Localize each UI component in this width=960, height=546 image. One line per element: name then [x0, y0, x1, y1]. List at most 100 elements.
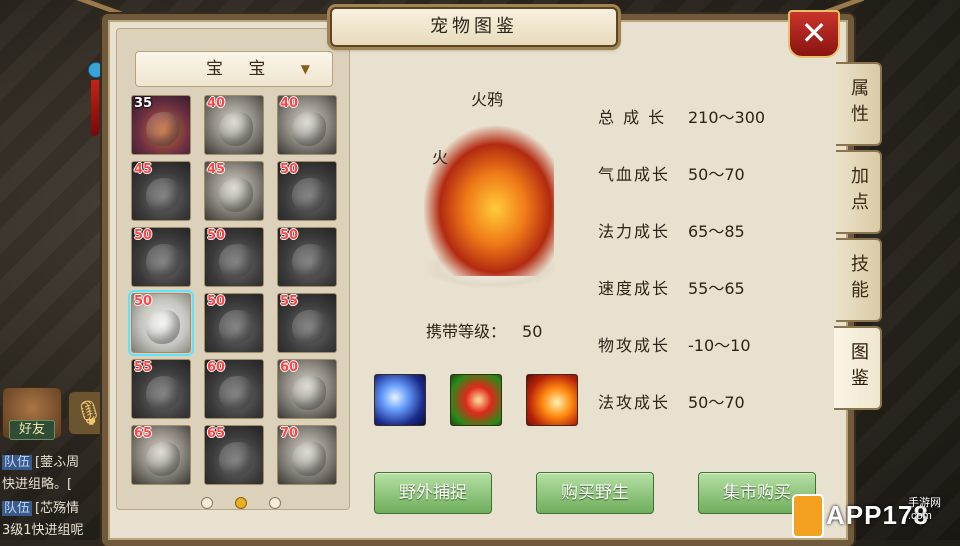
pet-slot[interactable]: 60 — [204, 359, 264, 419]
phone-logo-icon — [792, 494, 824, 538]
pet-thumbnail — [292, 376, 326, 410]
pet-slot[interactable]: 35 — [131, 95, 191, 155]
pet-level-badge: 65 — [134, 426, 153, 441]
chat-channel-tag: 队伍 — [2, 455, 33, 470]
carry-level-value: 50 — [522, 322, 543, 341]
pet-level-badge: 50 — [134, 228, 153, 243]
skill-icon-3[interactable] — [526, 374, 578, 426]
pet-level-badge: 50 — [280, 228, 299, 243]
pet-slot[interactable]: 50 — [204, 227, 264, 287]
pet-thumbnail — [219, 244, 253, 278]
pet-grid: 35 40 40 45 45 50 50 50 50 50 50 55 55 60 60 65 65 70 — [128, 95, 341, 485]
pet-level-badge: 65 — [207, 426, 226, 441]
pet-thumbnail — [292, 112, 326, 146]
page-dot[interactable] — [235, 497, 247, 509]
tab-handbook[interactable]: 图鉴 — [834, 326, 882, 410]
pet-detail-pane: 火鸦 火 携带等级： 50 总 成 长 210～300 气血成长 50～70 法力… — [356, 28, 836, 508]
pet-thumbnail — [292, 442, 326, 476]
chat-area: 好友 🎙 队伍 [蓥ふ周 快进组略。[ 队伍 [芯殇情 3级1快进组呢 — [0, 385, 110, 540]
pet-level-badge: 70 — [280, 426, 299, 441]
pet-handbook-window: 宝 宝 ▼ 35 40 40 45 45 50 50 50 50 50 50 55 55 60 60 65 65… — [102, 14, 854, 546]
pet-slot[interactable]: 55 — [131, 359, 191, 419]
tab-attributes[interactable]: 属性 — [836, 62, 882, 146]
pet-slot[interactable]: 60 — [277, 359, 337, 419]
pet-thumbnail — [219, 112, 253, 146]
tab-skills[interactable]: 技能 — [836, 238, 882, 322]
chat-channel-tag: 队伍 — [2, 501, 33, 516]
page-dot[interactable] — [201, 497, 213, 509]
pet-thumbnail — [146, 244, 180, 278]
pet-slot[interactable]: 50 — [277, 227, 337, 287]
pet-level-badge: 55 — [280, 294, 299, 309]
stat-value: -10～10 — [688, 336, 751, 355]
pet-thumbnail — [292, 178, 326, 212]
watermark-domain: .com — [908, 510, 932, 522]
pet-thumbnail — [219, 310, 253, 344]
stat-value: 210～300 — [688, 108, 766, 127]
stat-value: 50～70 — [688, 393, 745, 412]
pet-thumbnail — [146, 310, 180, 344]
pet-slot[interactable]: 55 — [277, 293, 337, 353]
action-bar: 野外捕捉 购买野生 集市购买 — [374, 472, 844, 514]
pet-thumbnail — [146, 178, 180, 212]
pet-slot[interactable]: 50 — [277, 161, 337, 221]
carry-level-label: 携带等级： — [426, 322, 507, 341]
chat-text: [芯殇情 — [35, 501, 80, 516]
chat-line: 队伍 [蓥ふ周 — [2, 451, 79, 470]
stat-value: 55～65 — [688, 279, 745, 298]
pet-thumbnail — [146, 442, 180, 476]
carry-level: 携带等级： 50 — [426, 318, 542, 342]
pet-level-badge: 40 — [207, 96, 226, 111]
watermark-sub: 手游网 .com — [908, 494, 941, 522]
pet-thumbnail — [146, 376, 180, 410]
stat-value: 50～70 — [688, 165, 745, 184]
chat-text: 3级1快进组呢 — [2, 523, 84, 538]
dropdown-selected-value: 宝 宝 — [206, 59, 276, 79]
stat-label: 物攻成长 — [598, 336, 671, 355]
tab-add-points[interactable]: 加点 — [836, 150, 882, 234]
stat-value: 65～85 — [688, 222, 745, 241]
page-dot[interactable] — [269, 497, 281, 509]
pet-thumbnail — [146, 112, 180, 146]
pet-level-badge: 60 — [280, 360, 299, 375]
friends-label: 好友 — [9, 420, 55, 440]
pet-slot[interactable]: 40 — [204, 95, 264, 155]
ornament-tassel — [91, 80, 99, 136]
pet-level-badge: 45 — [207, 162, 226, 177]
pet-slot[interactable]: 40 — [277, 95, 337, 155]
close-button[interactable]: ✕ — [788, 10, 840, 58]
pet-slot[interactable]: 50 — [131, 227, 191, 287]
pet-level-badge: 50 — [207, 294, 226, 309]
stat-label: 法攻成长 — [598, 393, 671, 412]
chat-line: 队伍 [芯殇情 — [2, 497, 79, 516]
pet-slot[interactable]: 50 — [204, 293, 264, 353]
buy-wild-button[interactable]: 购买野生 — [536, 472, 654, 514]
friends-button[interactable]: 好友 — [2, 387, 62, 440]
pet-level-badge: 35 — [134, 96, 153, 111]
chat-line: 3级1快进组呢 — [2, 519, 84, 538]
pet-thumbnail — [219, 442, 253, 476]
site-watermark: APP178 手游网 .com — [788, 490, 960, 540]
pet-slot[interactable]: 50 — [128, 290, 194, 356]
chat-text: [蓥ふ周 — [35, 455, 80, 470]
pet-slot[interactable]: 65 — [204, 425, 264, 485]
wild-catch-button[interactable]: 野外捕捉 — [374, 472, 492, 514]
pet-slot[interactable]: 65 — [131, 425, 191, 485]
pet-element: 火 — [432, 148, 449, 167]
pet-slot[interactable]: 45 — [131, 161, 191, 221]
stat-label: 法力成长 — [598, 222, 671, 241]
skill-icon-2[interactable] — [450, 374, 502, 426]
pet-skills — [374, 374, 578, 426]
pet-slot[interactable]: 70 — [277, 425, 337, 485]
pet-type-dropdown[interactable]: 宝 宝 ▼ — [135, 51, 333, 87]
pet-slot[interactable]: 45 — [204, 161, 264, 221]
pet-level-badge: 50 — [134, 294, 153, 309]
stat-label: 总 成 长 — [598, 108, 667, 127]
pet-level-badge: 45 — [134, 162, 153, 177]
pet-level-badge: 50 — [280, 162, 299, 177]
skill-icon-1[interactable] — [374, 374, 426, 426]
chat-text: 快进组略。[ — [2, 477, 73, 492]
pet-level-badge: 40 — [280, 96, 299, 111]
pet-thumbnail — [292, 244, 326, 278]
pet-thumbnail — [219, 376, 253, 410]
